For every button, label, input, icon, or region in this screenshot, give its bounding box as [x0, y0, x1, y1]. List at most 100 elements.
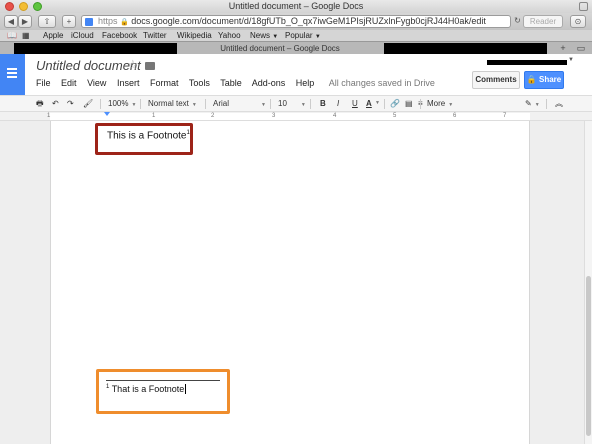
- bookmark-icloud[interactable]: iCloud: [71, 30, 94, 41]
- menu-insert[interactable]: Insert: [117, 78, 140, 88]
- menu-format[interactable]: Format: [150, 78, 179, 88]
- toolbar-divider: [270, 99, 271, 109]
- toolbar-divider: [310, 99, 311, 109]
- underline-button[interactable]: U: [352, 96, 358, 111]
- close-window-icon[interactable]: [5, 2, 14, 11]
- indent-marker-icon[interactable]: [104, 112, 110, 116]
- ruler-tick: 5: [393, 113, 397, 119]
- bookmark-twitter[interactable]: Twitter: [143, 30, 167, 41]
- font-select[interactable]: Arial ▼: [213, 96, 266, 113]
- chevron-down-icon: ▼: [314, 34, 321, 40]
- ruler-tick: 6: [453, 113, 457, 119]
- chevron-down-icon[interactable]: ▼: [568, 57, 574, 63]
- more-button[interactable]: More ▼: [427, 96, 453, 113]
- add-bookmark-button[interactable]: +: [62, 15, 76, 28]
- menu-view[interactable]: View: [87, 78, 106, 88]
- link-icon[interactable]: 🔗: [390, 96, 400, 111]
- font-size-value: 10: [278, 99, 287, 108]
- bookmark-facebook[interactable]: Facebook: [102, 30, 137, 41]
- ruler-tick: 3: [272, 113, 276, 119]
- print-icon[interactable]: 🖶: [36, 96, 44, 111]
- text-color-button[interactable]: A: [366, 96, 372, 111]
- redo-icon[interactable]: ↷: [67, 96, 74, 111]
- bookmark-wikipedia[interactable]: Wikipedia: [177, 30, 212, 41]
- downloads-icon: ⊙: [574, 17, 582, 26]
- share-label: Share: [538, 75, 562, 84]
- zoom-window-icon[interactable]: [33, 2, 42, 11]
- paint-format-icon[interactable]: 🖌: [83, 96, 93, 111]
- italic-button[interactable]: I: [337, 96, 339, 111]
- folder-icon[interactable]: [145, 62, 155, 70]
- vertical-scrollbar[interactable]: [584, 121, 592, 444]
- fullscreen-icon[interactable]: [579, 2, 588, 11]
- menu-bar: File Edit View Insert Format Tools Table…: [36, 78, 443, 88]
- bookmark-apple[interactable]: Apple: [43, 30, 63, 41]
- bookmark-news-label: News: [250, 31, 271, 40]
- bookmark-popular-label: Popular: [285, 31, 313, 40]
- undo-icon[interactable]: ↶: [52, 96, 59, 111]
- forward-button[interactable]: ▶: [18, 15, 32, 28]
- ruler-tick: 4: [333, 113, 337, 119]
- docs-header: Untitled document ☆ File Edit View Inser…: [0, 54, 592, 95]
- docs-favicon-icon: [85, 18, 93, 26]
- menu-help[interactable]: Help: [296, 78, 315, 88]
- style-select[interactable]: Normal text ▼: [148, 96, 197, 113]
- window-titlebar: Untitled document – Google Docs: [0, 0, 592, 13]
- tab-overview-icon[interactable]: ▭: [574, 43, 588, 54]
- menu-edit[interactable]: Edit: [61, 78, 77, 88]
- annotation-box-footnote: [96, 369, 230, 414]
- downloads-button[interactable]: ⊙: [570, 15, 586, 28]
- lock-icon: 🔒: [120, 19, 129, 26]
- editing-mode-pencil-icon[interactable]: ✎ ▼: [525, 96, 540, 113]
- toolbar-divider: [100, 99, 101, 109]
- account-name-redacted[interactable]: [487, 60, 567, 65]
- zoom-select[interactable]: 100% ▼: [108, 96, 136, 113]
- bookmarks-bar: 📖 ▦ Apple iCloud Facebook Twitter Wikipe…: [0, 30, 592, 41]
- chevron-down-icon[interactable]: ▼: [375, 96, 380, 111]
- address-bar[interactable]: https 🔒 docs.google.com/document/d/18gfU…: [81, 15, 511, 28]
- new-tab-button[interactable]: +: [556, 43, 570, 54]
- back-button[interactable]: ◀: [4, 15, 18, 28]
- reload-icon[interactable]: ↻: [514, 15, 521, 28]
- redacted-tab[interactable]: [384, 43, 547, 54]
- chevron-down-icon: ▼: [272, 34, 279, 40]
- plus-icon: +: [66, 17, 72, 26]
- chevron-down-icon: ▼: [261, 102, 266, 108]
- minimize-window-icon[interactable]: [19, 2, 28, 11]
- annotation-box-body: [95, 123, 193, 155]
- scrollbar-thumb[interactable]: [586, 276, 591, 436]
- star-icon[interactable]: ☆: [127, 57, 139, 73]
- menu-table[interactable]: Table: [220, 78, 242, 88]
- document-title[interactable]: Untitled document: [36, 58, 141, 73]
- share-sheet-button[interactable]: ⇧: [38, 15, 56, 28]
- lock-icon: 🔒: [526, 75, 537, 84]
- menu-file[interactable]: File: [36, 78, 51, 88]
- redacted-tab[interactable]: [14, 43, 177, 54]
- comments-button[interactable]: Comments: [472, 71, 520, 89]
- toolbar-divider: [140, 99, 141, 109]
- formatting-toolbar: 🖶 ↶ ↷ 🖌 100% ▼ Normal text ▼ Arial ▼ 10 ▼ B …: [0, 95, 592, 112]
- collapse-menus-icon[interactable]: ︽: [555, 96, 563, 111]
- comment-icon[interactable]: ▤: [405, 96, 413, 111]
- share-button[interactable]: 🔒 Share: [524, 71, 564, 89]
- style-value: Normal text: [148, 99, 189, 108]
- ruler-tick: 1: [152, 113, 156, 119]
- bookmarks-book-icon[interactable]: 📖: [7, 30, 17, 41]
- toolbar-divider: [420, 99, 421, 109]
- save-status[interactable]: All changes saved in Drive: [329, 78, 435, 88]
- reader-button[interactable]: Reader: [523, 15, 563, 28]
- font-size-select[interactable]: 10 ▼: [278, 96, 306, 113]
- bold-button[interactable]: B: [320, 96, 326, 111]
- chevron-down-icon: ▼: [448, 102, 454, 108]
- docs-home-icon[interactable]: [0, 54, 25, 95]
- top-sites-icon[interactable]: ▦: [22, 30, 30, 41]
- menu-addons[interactable]: Add-ons: [252, 78, 286, 88]
- ruler-tick: 2: [211, 113, 215, 119]
- document-canvas: [0, 121, 584, 444]
- menu-tools[interactable]: Tools: [189, 78, 210, 88]
- toolbar-divider: [546, 99, 547, 109]
- ruler-tick: 1: [47, 113, 51, 119]
- browser-toolbar: ◀ ▶ ⇧ + https 🔒 docs.google.com/document…: [0, 13, 592, 30]
- bookmark-yahoo[interactable]: Yahoo: [218, 30, 241, 41]
- window-title: Untitled document – Google Docs: [228, 1, 364, 11]
